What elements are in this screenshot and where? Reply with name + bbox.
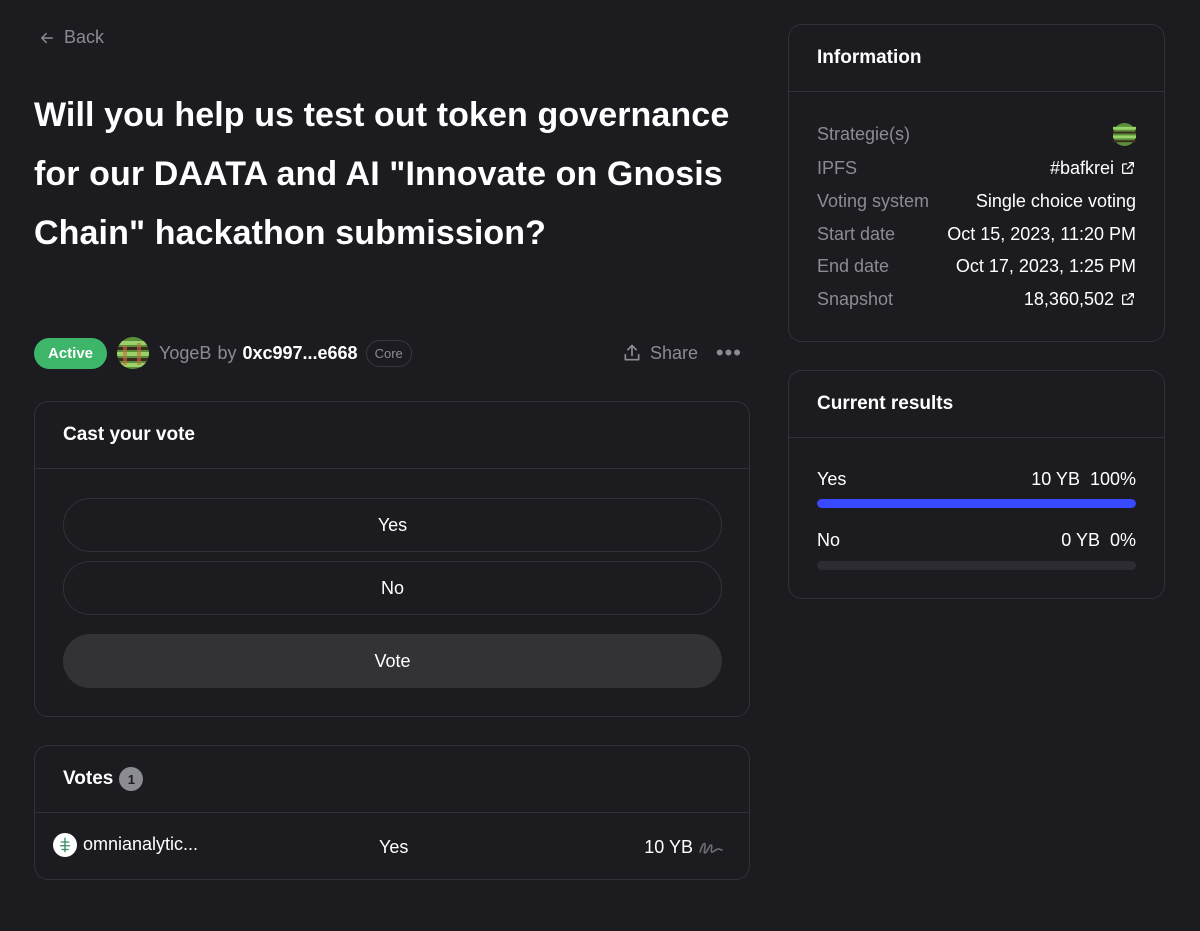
info-row-start-date: Start date Oct 15, 2023, 11:20 PM	[817, 222, 1136, 246]
info-label: Start date	[817, 223, 896, 244]
information-heading: Information	[789, 25, 1164, 92]
info-row-end-date: End date Oct 17, 2023, 1:25 PM	[817, 254, 1136, 278]
info-row-voting-system: Voting system Single choice voting	[817, 189, 1136, 213]
result-row-yes: Yes 10 YB 100%	[817, 469, 1136, 493]
share-button[interactable]: Share	[622, 343, 698, 364]
results-card: Current results Yes 10 YB 100% No 0 YB 0…	[788, 370, 1165, 599]
votes-count-badge: 1	[119, 767, 144, 791]
arrow-left-icon	[41, 32, 53, 43]
vote-choice: Yes	[379, 837, 409, 857]
vote-power: 10 YB	[644, 837, 693, 857]
strategy-avatar-icon	[1113, 122, 1136, 146]
strategy-avatar[interactable]	[1113, 122, 1136, 146]
by-label: by	[217, 342, 237, 363]
voter-avatar	[53, 833, 77, 857]
votes-heading-label: Votes	[63, 768, 114, 789]
result-label: Yes	[817, 469, 847, 489]
result-bar-no	[817, 561, 1136, 570]
proposal-meta: Active YogeB by 0xc997...e668 Core Share…	[34, 334, 750, 372]
ipfs-value: #bafkrei	[1049, 157, 1114, 178]
space-name[interactable]: YogeB	[159, 343, 211, 364]
external-link-icon	[1122, 162, 1134, 174]
choice-yes-button[interactable]: Yes	[63, 498, 722, 552]
status-badge: Active	[34, 337, 108, 369]
info-row-ipfs: IPFS #bafkrei	[817, 156, 1136, 180]
info-label: Voting system	[817, 190, 930, 211]
snapshot-value: 18,360,502	[1023, 288, 1114, 309]
author-address[interactable]: 0xc997...e668	[242, 343, 357, 364]
result-bar-fill	[817, 499, 1136, 508]
result-power: 0 YB	[1061, 530, 1100, 550]
end-date-value: Oct 17, 2023, 1:25 PM	[955, 255, 1136, 276]
share-label: Share	[649, 342, 698, 363]
votes-heading: Votes 1	[35, 746, 749, 813]
info-label: End date	[817, 255, 890, 276]
result-percent: 100%	[1089, 469, 1136, 489]
ipfs-link[interactable]: #bafkrei	[1050, 158, 1136, 179]
external-link-icon	[1122, 293, 1134, 305]
choice-no-button[interactable]: No	[63, 561, 722, 615]
result-percent: 0%	[1109, 530, 1136, 550]
votes-card: Votes 1 omnianalytic... Yes 10 YB	[34, 745, 750, 880]
cast-vote-heading: Cast your vote	[35, 402, 749, 469]
result-row-no: No 0 YB 0%	[817, 530, 1136, 554]
info-label: Snapshot	[817, 288, 894, 309]
info-row-strategies: Strategie(s)	[817, 122, 1136, 146]
signature-icon[interactable]	[698, 838, 724, 858]
information-card: Information Strategie(s) IPFS #bafkrei V…	[788, 24, 1165, 342]
info-label: IPFS	[817, 157, 858, 178]
more-options-icon[interactable]: •••	[716, 340, 742, 366]
share-icon	[624, 344, 640, 361]
info-row-snapshot: Snapshot 18,360,502	[817, 287, 1136, 311]
voter-avatar-image	[59, 837, 71, 853]
proposal-title: Will you help us test out token governan…	[34, 96, 730, 252]
result-bar-yes	[817, 499, 1136, 508]
voting-system-value: Single choice voting	[975, 190, 1136, 211]
space-avatar[interactable]	[117, 337, 150, 369]
info-label: Strategie(s)	[817, 123, 911, 144]
vote-row: omnianalytic... Yes 10 YB	[35, 814, 749, 880]
vote-button[interactable]: Vote	[63, 634, 722, 688]
voter-name[interactable]: omnianalytic...	[83, 834, 198, 855]
cast-vote-card: Cast your vote Yes No Vote	[34, 401, 750, 717]
result-label: No	[817, 530, 841, 550]
snapshot-link[interactable]: 18,360,502	[1024, 289, 1136, 310]
back-label: Back	[64, 27, 105, 47]
author-role-badge: Core	[365, 339, 412, 367]
back-link[interactable]: Back	[38, 27, 104, 48]
result-power: 10 YB	[1031, 469, 1080, 489]
start-date-value: Oct 15, 2023, 11:20 PM	[947, 223, 1136, 244]
results-heading: Current results	[789, 371, 1164, 438]
space-avatar-image	[117, 337, 150, 369]
